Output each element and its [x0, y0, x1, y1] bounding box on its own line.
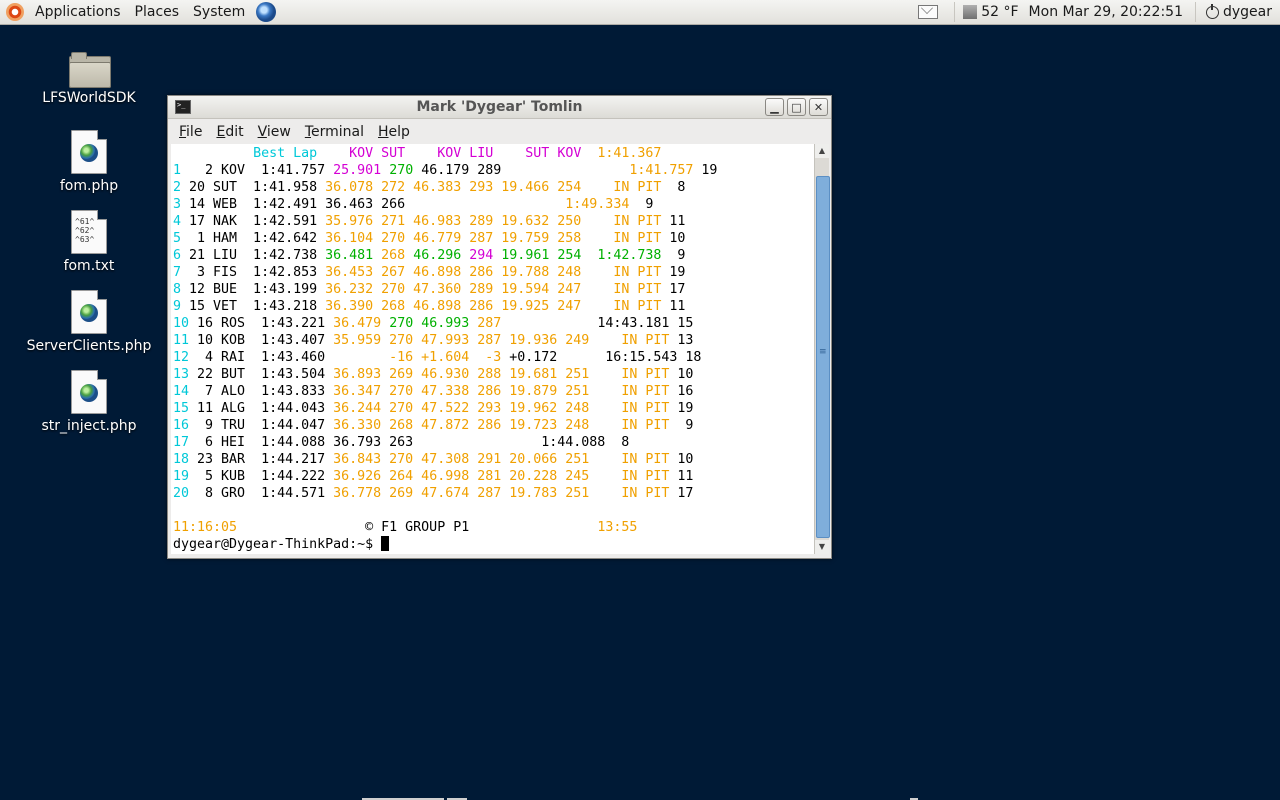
close-button[interactable]: ✕ — [809, 98, 828, 116]
timing-driver-row: 14 7 ALO 1:43.833 36.347 270 47.338 286 … — [173, 384, 694, 399]
terminal-icon[interactable] — [175, 100, 191, 114]
vertical-scrollbar[interactable]: ▲ ▼ — [814, 144, 830, 554]
php-file-icon — [71, 130, 107, 174]
window-title: Mark 'Dygear' Tomlin — [416, 99, 583, 115]
scroll-up-arrow-icon[interactable]: ▲ — [815, 144, 829, 158]
timing-driver-row: 16 9 TRU 1:44.047 36.330 268 47.872 286 … — [173, 418, 694, 433]
power-icon[interactable] — [1205, 3, 1219, 19]
timing-driver-row: 12 4 RAI 1:43.460 -16 +1.604 -3 +0.172 1… — [173, 350, 702, 365]
text-cursor — [381, 536, 390, 551]
top-panel: Applications Places System 52 °F Mon Mar… — [0, 0, 1280, 25]
desktop-icon-label: fom.php — [59, 178, 119, 194]
desktop-icon-lfsworldsdk[interactable]: LFSWorldSDK — [14, 52, 164, 106]
user-menu[interactable]: dygear — [1223, 4, 1280, 20]
timing-header-row: Best Lap KOV SUT KOV LIU SUT KOV 1:41.36… — [253, 146, 662, 161]
desktop-icon-label: ServerClients.php — [26, 338, 152, 354]
menu-terminal[interactable]: Terminal — [298, 124, 371, 140]
desktop-icon-label: fom.txt — [63, 258, 115, 274]
panel-separator — [1194, 2, 1196, 22]
terminal-output-area[interactable]: Best Lap KOV SUT KOV LIU SUT KOV 1:41.36… — [171, 144, 814, 554]
timing-driver-row: 10 16 ROS 1:43.221 36.479 270 46.993 287… — [173, 316, 694, 331]
panel-menus: Applications Places System — [0, 0, 277, 24]
web-browser-icon[interactable] — [256, 2, 277, 22]
php-file-icon — [71, 370, 107, 414]
scroll-down-arrow-icon[interactable]: ▼ — [815, 540, 829, 554]
timing-driver-row: 20 8 GRO 1:44.571 36.778 269 47.674 287 … — [173, 486, 694, 501]
timing-driver-row: 2 20 SUT 1:41.958 36.078 272 46.383 293 … — [173, 180, 686, 195]
window-controls: ▁ □ ✕ — [765, 98, 828, 116]
desktop-icon-str-inject-php[interactable]: str_inject.php — [14, 370, 164, 434]
timing-driver-row: 1 2 KOV 1:41.757 25.901 270 46.179 289 1… — [173, 163, 718, 178]
text-file-icon: ^61^ ^62^ ^63^ — [71, 210, 107, 254]
timing-driver-row: 7 3 FIS 1:42.853 36.453 267 46.898 286 1… — [173, 265, 686, 280]
temperature[interactable]: 52 °F — [981, 4, 1018, 20]
timing-driver-row: 4 17 NAK 1:42.591 35.976 271 46.983 289 … — [173, 214, 686, 229]
timing-footer-row: 11:16:05 © F1 GROUP P1 13:55 — [173, 520, 638, 535]
terminal-text: Best Lap KOV SUT KOV LIU SUT KOV 1:41.36… — [173, 145, 717, 553]
ubuntu-logo-icon[interactable] — [6, 3, 24, 21]
scrollbar-thumb[interactable] — [816, 176, 830, 538]
shell-prompt: dygear@Dygear-ThinkPad:~$ — [173, 536, 717, 553]
terminal-window[interactable]: Mark 'Dygear' Tomlin ▁ □ ✕ File Edit Vie… — [167, 95, 832, 559]
menu-places[interactable]: Places — [128, 4, 187, 20]
timing-driver-row: 15 11 ALG 1:44.043 36.244 270 47.522 293… — [173, 401, 694, 416]
timing-driver-row: 6 21 LIU 1:42.738 36.481 268 46.296 294 … — [173, 248, 686, 263]
minimize-button[interactable]: ▁ — [765, 98, 784, 116]
desktop-icon-fom-php[interactable]: fom.php — [14, 130, 164, 194]
menu-help[interactable]: Help — [371, 124, 417, 140]
menu-system[interactable]: System — [186, 4, 252, 20]
panel-separator — [954, 2, 956, 22]
desktop-icon-label: LFSWorldSDK — [42, 90, 136, 106]
maximize-button[interactable]: □ — [787, 98, 806, 116]
panel-status-area: 52 °F Mon Mar 29, 20:22:51 dygear — [918, 0, 1280, 24]
timing-driver-row: 13 22 BUT 1:43.504 36.893 269 46.930 288… — [173, 367, 694, 382]
timing-driver-row: 8 12 BUE 1:43.199 36.232 270 47.360 289 … — [173, 282, 686, 297]
weather-icon[interactable] — [963, 5, 978, 19]
timing-driver-row: 11 10 KOB 1:43.407 35.959 270 47.993 287… — [173, 333, 694, 348]
desktop-icon-label: str_inject.php — [41, 418, 137, 434]
window-titlebar[interactable]: Mark 'Dygear' Tomlin ▁ □ ✕ — [168, 96, 831, 119]
clock[interactable]: Mon Mar 29, 20:22:51 — [1019, 4, 1193, 20]
menu-applications[interactable]: Applications — [28, 4, 128, 20]
menu-file[interactable]: File — [172, 124, 209, 140]
menu-view[interactable]: View — [251, 124, 298, 140]
timing-driver-row: 5 1 HAM 1:42.642 36.104 270 46.779 287 1… — [173, 231, 686, 246]
desktop-icon-fom-txt[interactable]: ^61^ ^62^ ^63^ fom.txt — [14, 210, 164, 274]
folder-icon — [69, 52, 111, 88]
window-menubar: File Edit View Terminal Help — [168, 119, 831, 144]
timing-driver-row: 19 5 KUB 1:44.222 36.926 264 46.998 281 … — [173, 469, 694, 484]
mail-icon[interactable] — [918, 5, 939, 19]
timing-driver-row: 18 23 BAR 1:44.217 36.843 270 47.308 291… — [173, 452, 694, 467]
menu-edit[interactable]: Edit — [209, 124, 250, 140]
timing-driver-row: 17 6 HEI 1:44.088 36.793 263 1:44.088 8 — [173, 435, 630, 450]
desktop-icon-serverclients-php[interactable]: ServerClients.php — [14, 290, 164, 354]
timing-driver-row: 3 14 WEB 1:42.491 36.463 266 1:49.334 9 — [173, 197, 654, 212]
php-file-icon — [71, 290, 107, 334]
timing-driver-row: 9 15 VET 1:43.218 36.390 268 46.898 286 … — [173, 299, 686, 314]
text-file-preview: ^61^ ^62^ ^63^ — [75, 217, 95, 244]
